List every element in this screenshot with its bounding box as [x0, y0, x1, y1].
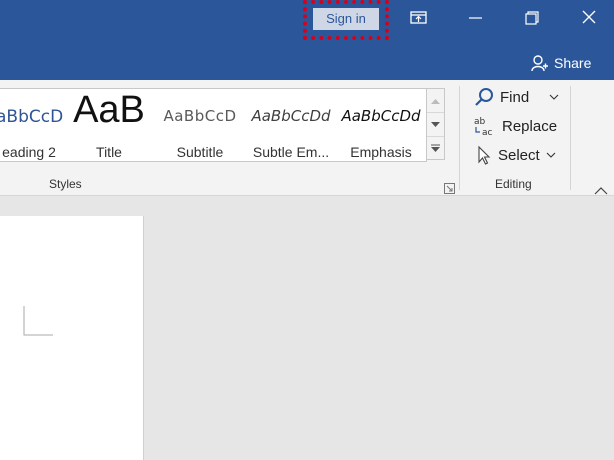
style-emphasis[interactable]: AaBbCcDd Emphasis [338, 89, 424, 161]
cursor-arrow-icon [478, 145, 491, 165]
page-margin-corner-mark [23, 306, 53, 336]
sign-in-highlight-box [303, 0, 389, 40]
editing-group-label: Editing [495, 177, 532, 191]
chevron-up-icon [594, 187, 608, 195]
minimize-button[interactable] [458, 6, 492, 30]
title-bar: Sign in Share [0, 0, 614, 80]
gallery-scroll-up-button[interactable] [427, 89, 444, 113]
style-heading-2[interactable]: aBbCcD eading 2 [0, 89, 63, 161]
svg-text:ab: ab [474, 117, 486, 127]
restore-button[interactable] [515, 6, 549, 30]
collapse-ribbon-button[interactable] [594, 180, 608, 199]
style-subtle-emphasis[interactable]: AaBbCcDd Subtle Em... [246, 89, 336, 161]
ribbon-display-options-button[interactable] [402, 6, 436, 30]
find-button[interactable]: Find [474, 86, 559, 108]
chevron-down-icon [546, 152, 556, 158]
styles-gallery-scroll [426, 88, 445, 160]
styles-gallery: aBbCcD eading 2 AaB Title AaBbCcD Subtit… [0, 88, 427, 162]
share-label: Share [554, 55, 592, 71]
ribbon: aBbCcD eading 2 AaB Title AaBbCcD Subtit… [0, 80, 614, 196]
document-page[interactable] [0, 216, 144, 460]
replace-icon: ab ac [474, 117, 493, 137]
chevron-down-icon [549, 94, 559, 100]
gallery-more-button[interactable] [427, 137, 444, 160]
style-title[interactable]: AaB Title [66, 89, 152, 161]
style-subtitle[interactable]: AaBbCcD Subtitle [158, 89, 242, 161]
close-button[interactable] [572, 6, 606, 30]
gallery-scroll-down-button[interactable] [427, 113, 444, 137]
chevron-up-icon [431, 98, 440, 104]
styles-dialog-launcher[interactable] [444, 179, 455, 198]
more-styles-icon [431, 144, 440, 152]
share-button[interactable]: Share [530, 52, 591, 74]
replace-button[interactable]: ab ac Replace [474, 115, 557, 137]
select-button[interactable]: Select [474, 144, 556, 166]
ribbon-separator [459, 86, 460, 190]
styles-group-label: Styles [49, 177, 82, 191]
ribbon-display-icon [410, 11, 427, 24]
search-icon [475, 88, 493, 106]
chevron-down-icon [431, 121, 440, 127]
close-icon [582, 10, 596, 24]
ribbon-separator [570, 86, 571, 190]
svg-text:ac: ac [482, 128, 493, 137]
restore-icon [525, 11, 539, 25]
dialog-launcher-icon [444, 183, 455, 194]
share-person-icon [531, 55, 548, 72]
minimize-icon [469, 17, 482, 19]
